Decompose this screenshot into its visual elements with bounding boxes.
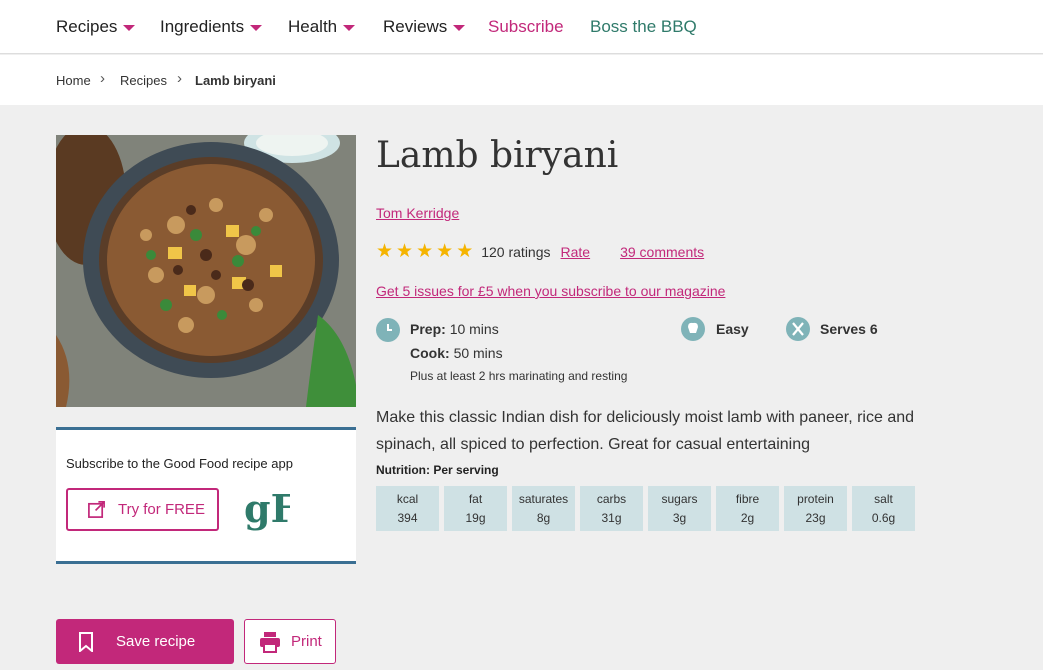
chevron-down-icon (123, 25, 136, 31)
prep-time: Prep: 10 mins (410, 321, 499, 337)
recipe-image (56, 135, 356, 407)
chevron-right-icon: › (177, 70, 182, 87)
nav-ingredients[interactable]: Ingredients (160, 17, 263, 37)
time-note: Plus at least 2 hrs marinating and resti… (410, 369, 628, 383)
nutrition-item: salt 0.6g (852, 486, 915, 531)
bookmark-icon (79, 631, 93, 652)
prep-label: Prep: (410, 321, 446, 337)
chevron-down-icon (453, 25, 466, 31)
nutrition-label: protein (797, 492, 834, 506)
save-recipe-label: Save recipe (116, 633, 196, 650)
star-icon[interactable]: ★ (396, 242, 413, 261)
nutrition-item: fibre 2g (716, 486, 779, 531)
breadcrumb-recipes[interactable]: Recipes (120, 73, 167, 88)
top-nav: Recipes Ingredients Health Reviews Subsc… (0, 0, 1043, 54)
nutrition-item: fat 19g (444, 486, 507, 531)
recipe-description: Make this classic Indian dish for delici… (376, 409, 915, 453)
magazine-promo-link[interactable]: Get 5 issues for £5 when you subscribe t… (376, 283, 725, 299)
print-label: Print (291, 633, 322, 650)
nutrition-title: Nutrition: Per serving (376, 463, 499, 477)
nutrition-item: saturates 8g (512, 486, 575, 531)
chevron-down-icon (250, 25, 263, 31)
breadcrumb-current: Lamb biryani (195, 73, 276, 88)
nutrition-value: 2g (740, 511, 755, 525)
nav-ingredients-label: Ingredients (160, 17, 245, 36)
cook-value: 50 mins (453, 345, 503, 361)
print-button[interactable]: Print (244, 619, 336, 664)
breadcrumb-home[interactable]: Home (56, 73, 91, 88)
nutrition-value: 19g (465, 511, 486, 525)
star-icon[interactable]: ★ (376, 242, 393, 261)
chef-hat-icon (681, 317, 705, 341)
nav-health-label: Health (288, 17, 338, 36)
chevron-down-icon (343, 25, 356, 31)
app-promo-text: Subscribe to the Good Food recipe app (66, 456, 293, 471)
nutrition-grid: kcal 394 fat 19g saturates 8g carbs 31g … (376, 486, 920, 531)
author-link[interactable]: Tom Kerridge (376, 205, 459, 221)
nav-recipes[interactable]: Recipes (56, 17, 136, 37)
star-icon[interactable]: ★ (416, 242, 433, 261)
try-for-free-button[interactable]: Try for FREE (66, 488, 219, 531)
nav-recipes-label: Recipes (56, 17, 118, 36)
nutrition-value: 3g (672, 511, 687, 525)
star-icon[interactable]: ★ (456, 242, 473, 261)
nav-health[interactable]: Health (288, 17, 356, 37)
nutrition-value: 23g (805, 511, 826, 525)
chevron-right-icon: › (100, 70, 105, 87)
nav-reviews-label: Reviews (383, 17, 448, 36)
printer-icon (260, 631, 280, 653)
star-icon[interactable]: ★ (436, 242, 453, 261)
save-recipe-button[interactable]: Save recipe (56, 619, 234, 664)
rate-link[interactable]: Rate (561, 244, 591, 260)
nutrition-label: salt (874, 492, 893, 506)
cook-label: Cook: (410, 345, 450, 361)
cutlery-icon (786, 317, 810, 341)
nutrition-value: 394 (397, 511, 418, 525)
nutrition-value: 0.6g (871, 511, 896, 525)
nutrition-item: carbs 31g (580, 486, 643, 531)
rating-row: ★ ★ ★ ★ ★ 120 ratings Rate 39 comments (376, 242, 704, 261)
ratings-count: 120 ratings (481, 244, 551, 260)
nutrition-label: sugars (661, 492, 698, 506)
comments-link[interactable]: 39 comments (620, 244, 704, 260)
clock-icon (376, 318, 400, 342)
nutrition-label: fat (468, 492, 483, 506)
nav-reviews[interactable]: Reviews (383, 17, 466, 37)
nutrition-item: kcal 394 (376, 486, 439, 531)
nav-subscribe[interactable]: Subscribe (488, 17, 564, 37)
nutrition-value: 8g (536, 511, 551, 525)
nutrition-label: kcal (396, 492, 419, 506)
breadcrumb: Home › Recipes › Lamb biryani (0, 55, 1043, 105)
nav-boss-the-bbq[interactable]: Boss the BBQ (590, 17, 697, 37)
serves-label: Serves 6 (820, 321, 878, 337)
logo-text: gF (244, 488, 290, 531)
nutrition-label: fibre (735, 492, 760, 506)
nutrition-label: carbs (596, 492, 627, 506)
app-promo-box: Subscribe to the Good Food recipe app Tr… (56, 427, 356, 564)
difficulty-label: Easy (716, 321, 749, 337)
prep-value: 10 mins (449, 321, 499, 337)
nutrition-item: protein 23g (784, 486, 847, 531)
page-title: Lamb biryani (376, 135, 619, 176)
external-link-icon (88, 501, 105, 518)
cook-time: Cook: 50 mins (410, 345, 503, 361)
good-food-logo: gF (244, 486, 298, 532)
try-for-free-label: Try for FREE (118, 501, 205, 518)
nutrition-item: sugars 3g (648, 486, 711, 531)
nutrition-label: saturates (518, 492, 569, 506)
nutrition-value: 31g (601, 511, 622, 525)
